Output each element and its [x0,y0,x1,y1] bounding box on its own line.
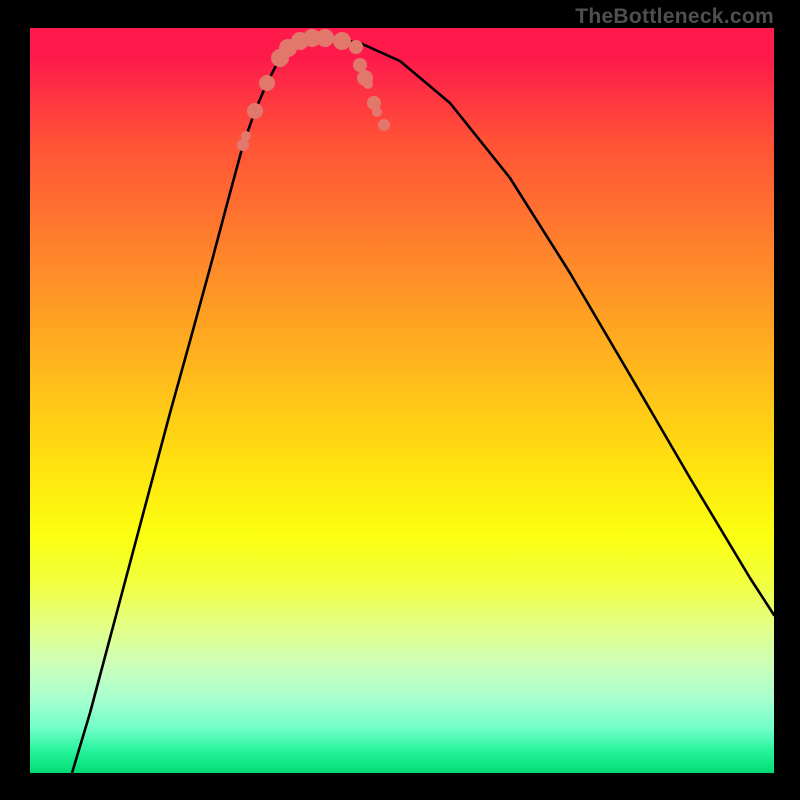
curve-line [72,38,774,773]
chart-overlay [0,0,800,800]
watermark-text: TheBottleneck.com [575,5,774,29]
chart-frame: TheBottleneck.com [0,0,800,800]
